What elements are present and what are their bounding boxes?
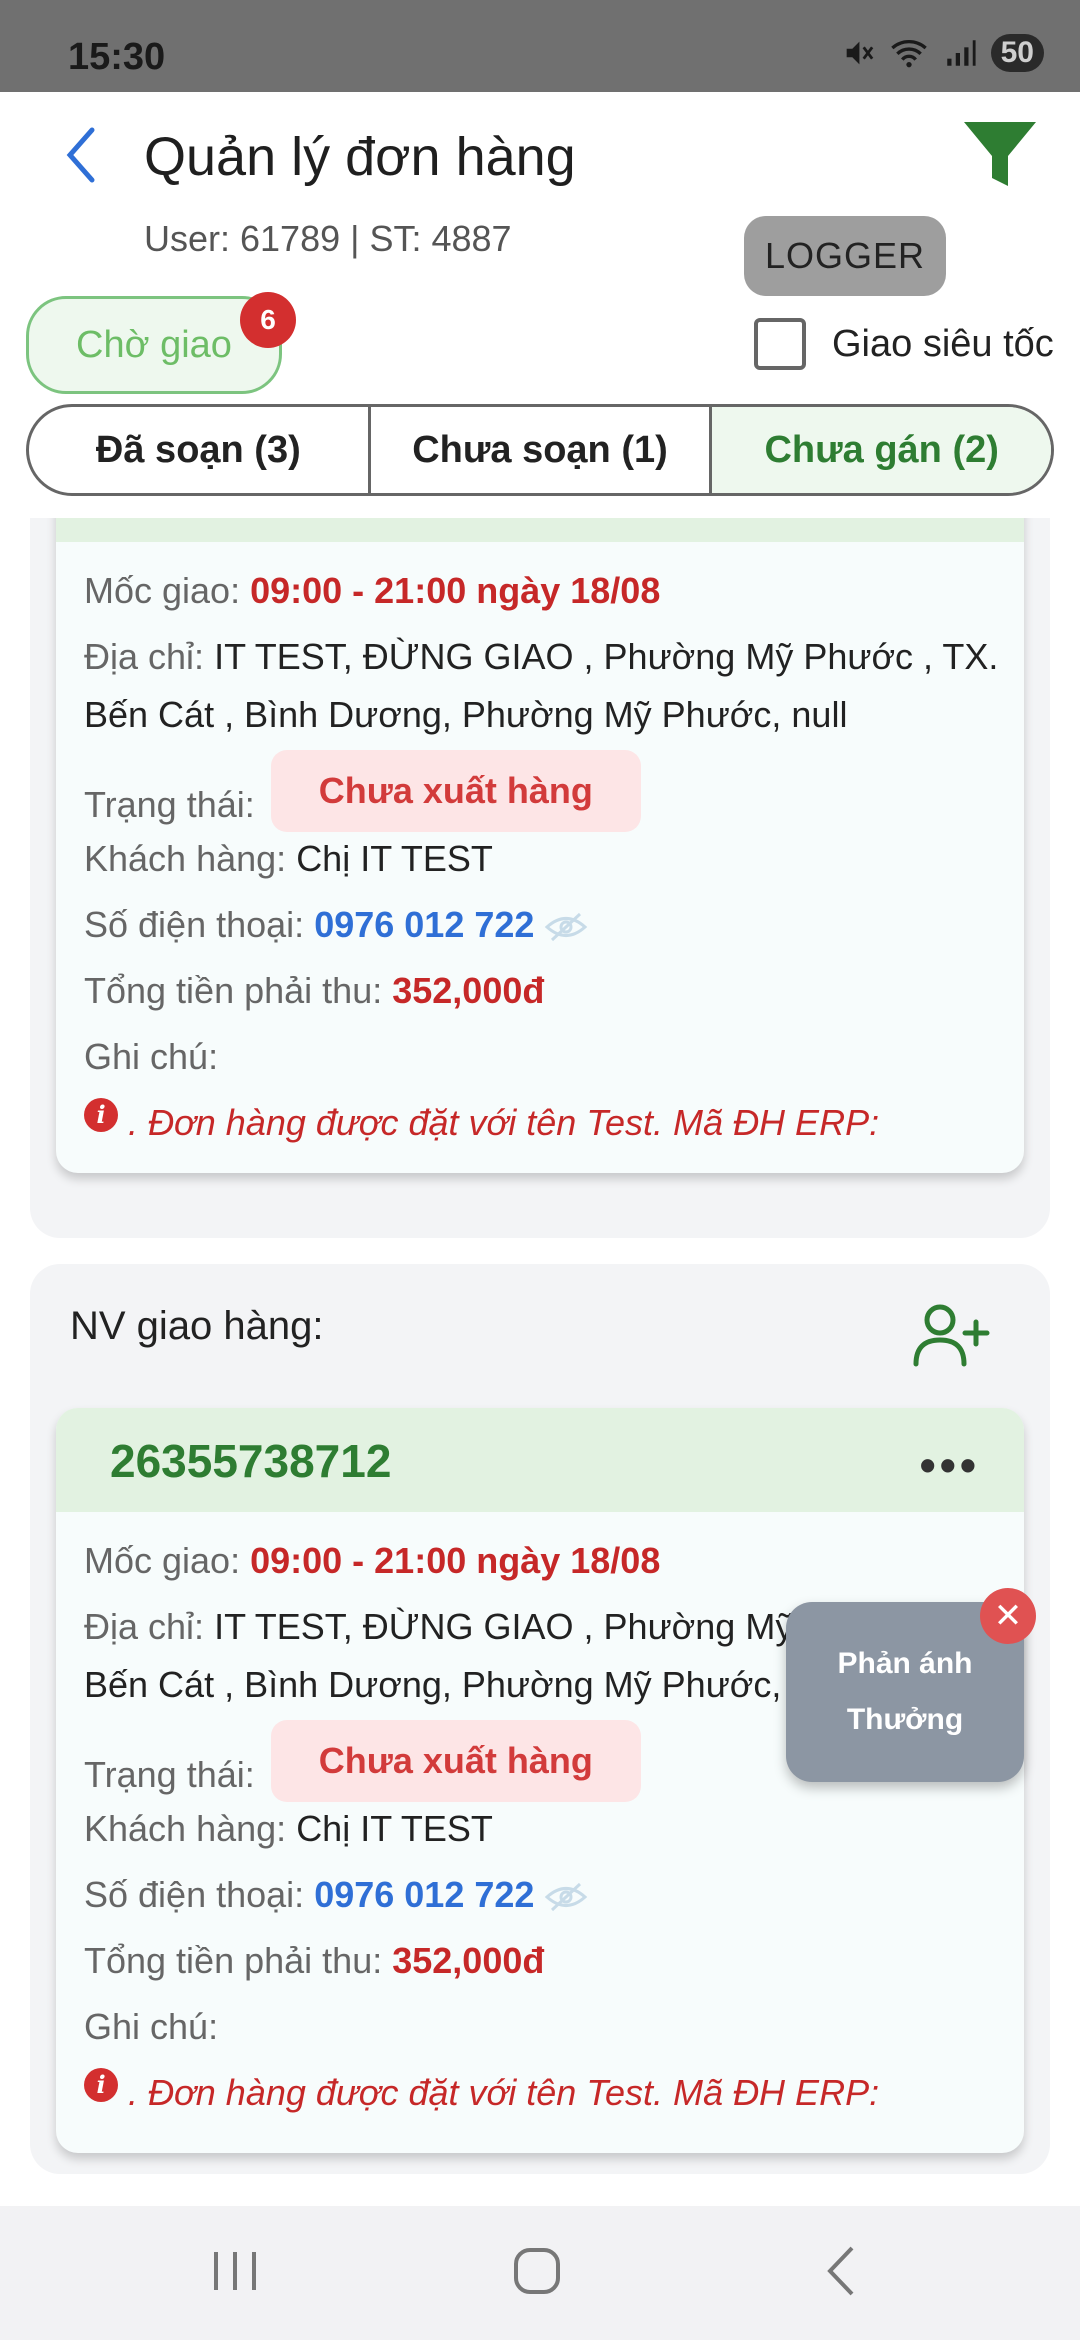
total-label: Tổng tiền phải thu:: [84, 1940, 383, 1981]
phone-row: Số điện thoại: 0976 012 722: [84, 896, 1024, 954]
total-row: Tổng tiền phải thu: 352,000đ: [84, 1932, 1024, 1990]
eye-hidden-icon[interactable]: [544, 1882, 588, 1912]
customer-row: Khách hàng: Chị IT TEST: [84, 830, 1024, 888]
note-text: . Đơn hàng được đặt với tên Test. Mã ĐH …: [128, 2072, 880, 2113]
note-text: . Đơn hàng được đặt với tên Test. Mã ĐH …: [128, 1102, 880, 1143]
express-toggle[interactable]: Giao siêu tốc: [754, 318, 1054, 370]
back-icon[interactable]: [58, 120, 108, 190]
total-value: 352,000đ: [392, 1940, 545, 1981]
status-icons: 50: [841, 34, 1044, 72]
note-row: Ghi chú:: [84, 1028, 1024, 1086]
nv-giao-hang-label: NV giao hàng:: [70, 1304, 324, 1348]
user-info: User: 61789 | ST: 4887: [144, 218, 512, 259]
address-label: Địa chỉ:: [84, 636, 205, 677]
close-icon[interactable]: ✕: [980, 1588, 1036, 1644]
status-badge: Chưa xuất hàng: [270, 750, 641, 832]
signal-icon: [946, 40, 976, 66]
note-row: Ghi chú:: [84, 1998, 1024, 2056]
express-checkbox[interactable]: [754, 318, 806, 370]
more-icon[interactable]: •••: [920, 1438, 980, 1492]
phone-value[interactable]: 0976 012 722: [314, 1874, 534, 1915]
deadline-value: 09:00 - 21:00 ngày 18/08: [250, 1540, 661, 1581]
total-label: Tổng tiền phải thu:: [84, 970, 383, 1011]
recent-apps-icon[interactable]: [190, 2236, 280, 2306]
address-value: IT TEST, ĐỪNG GIAO , Phường Mỹ Phước , T…: [84, 636, 999, 735]
order-card-header: 26355738712 •••: [56, 1408, 1024, 1512]
phone-label: Số điện thoại:: [84, 1874, 305, 1915]
tab-chua-gan[interactable]: Chưa gán (2): [712, 407, 1051, 493]
nav-back-icon[interactable]: [796, 2236, 886, 2306]
status-tabs: Đã soạn (3) Chưa soạn (1) Chưa gán (2): [26, 404, 1054, 496]
note-label: Ghi chú:: [84, 1036, 219, 1077]
cho-giao-count-badge: 6: [240, 292, 296, 348]
customer-label: Khách hàng:: [84, 838, 287, 879]
deadline-row: Mốc giao: 09:00 - 21:00 ngày 18/08: [84, 562, 1024, 620]
customer-value: Chị IT TEST: [296, 838, 493, 879]
express-label: Giao siêu tốc: [832, 322, 1054, 365]
page-title: Quản lý đơn hàng: [144, 127, 576, 187]
phone-row: Số điện thoại: 0976 012 722: [84, 1866, 1024, 1924]
deadline-row: Mốc giao: 09:00 - 21:00 ngày 18/08: [84, 1532, 1024, 1590]
status-badge: Chưa xuất hàng: [270, 1720, 641, 1802]
order-id[interactable]: 26355738712: [110, 1434, 391, 1488]
status-time: 15:30: [68, 36, 166, 78]
tab-da-soan[interactable]: Đã soạn (3): [29, 407, 371, 493]
total-value: 352,000đ: [392, 970, 545, 1011]
deadline-label: Mốc giao:: [84, 570, 241, 611]
deadline-value: 09:00 - 21:00 ngày 18/08: [250, 570, 661, 611]
wifi-icon: [890, 40, 927, 68]
bubble-line-1: Phản ánh: [837, 1647, 973, 1680]
bubble-line-2: Thưởng: [846, 1703, 964, 1736]
order-card[interactable]: 26355739493 ••• Mốc giao: 09:00 - 21:00 …: [56, 518, 1024, 1173]
mute-icon: [846, 41, 873, 65]
more-icon[interactable]: •••: [920, 518, 980, 522]
order-group: 26355739493 ••• Mốc giao: 09:00 - 21:00 …: [30, 518, 1050, 1238]
info-icon: i: [84, 1098, 118, 1133]
deadline-label: Mốc giao:: [84, 1540, 241, 1581]
status-label: Trạng thái:: [84, 1754, 255, 1795]
status-bar: 15:30 50: [0, 0, 1080, 92]
order-list[interactable]: 26355739493 ••• Mốc giao: 09:00 - 21:00 …: [0, 518, 1080, 2206]
phone-value[interactable]: 0976 012 722: [314, 904, 534, 945]
customer-value: Chị IT TEST: [296, 1808, 493, 1849]
total-row: Tổng tiền phải thu: 352,000đ: [84, 962, 1024, 1020]
home-icon[interactable]: [492, 2236, 582, 2306]
tab-chua-soan[interactable]: Chưa soạn (1): [371, 407, 713, 493]
note-content: i . Đơn hàng được đặt với tên Test. Mã ĐH…: [84, 2064, 1024, 2122]
phone-label: Số điện thoại:: [84, 904, 305, 945]
note-label: Ghi chú:: [84, 2006, 219, 2047]
battery-indicator: 50: [990, 34, 1044, 72]
customer-label: Khách hàng:: [84, 1808, 287, 1849]
status-label: Trạng thái:: [84, 784, 255, 825]
order-card-header: 26355739493 •••: [56, 518, 1024, 542]
customer-row: Khách hàng: Chị IT TEST: [84, 1800, 1024, 1858]
logger-button[interactable]: LOGGER: [744, 216, 946, 296]
address-label: Địa chỉ:: [84, 1606, 205, 1647]
address-row: Địa chỉ: IT TEST, ĐỪNG GIAO , Phường Mỹ …: [84, 628, 1024, 744]
filter-icon[interactable]: [960, 116, 1040, 192]
note-content: i . Đơn hàng được đặt với tên Test. Mã ĐH…: [84, 1094, 1024, 1152]
system-nav-bar: [0, 2206, 1080, 2340]
eye-hidden-icon[interactable]: [544, 912, 588, 942]
info-icon: i: [84, 2068, 118, 2103]
add-user-icon[interactable]: [910, 1300, 990, 1370]
